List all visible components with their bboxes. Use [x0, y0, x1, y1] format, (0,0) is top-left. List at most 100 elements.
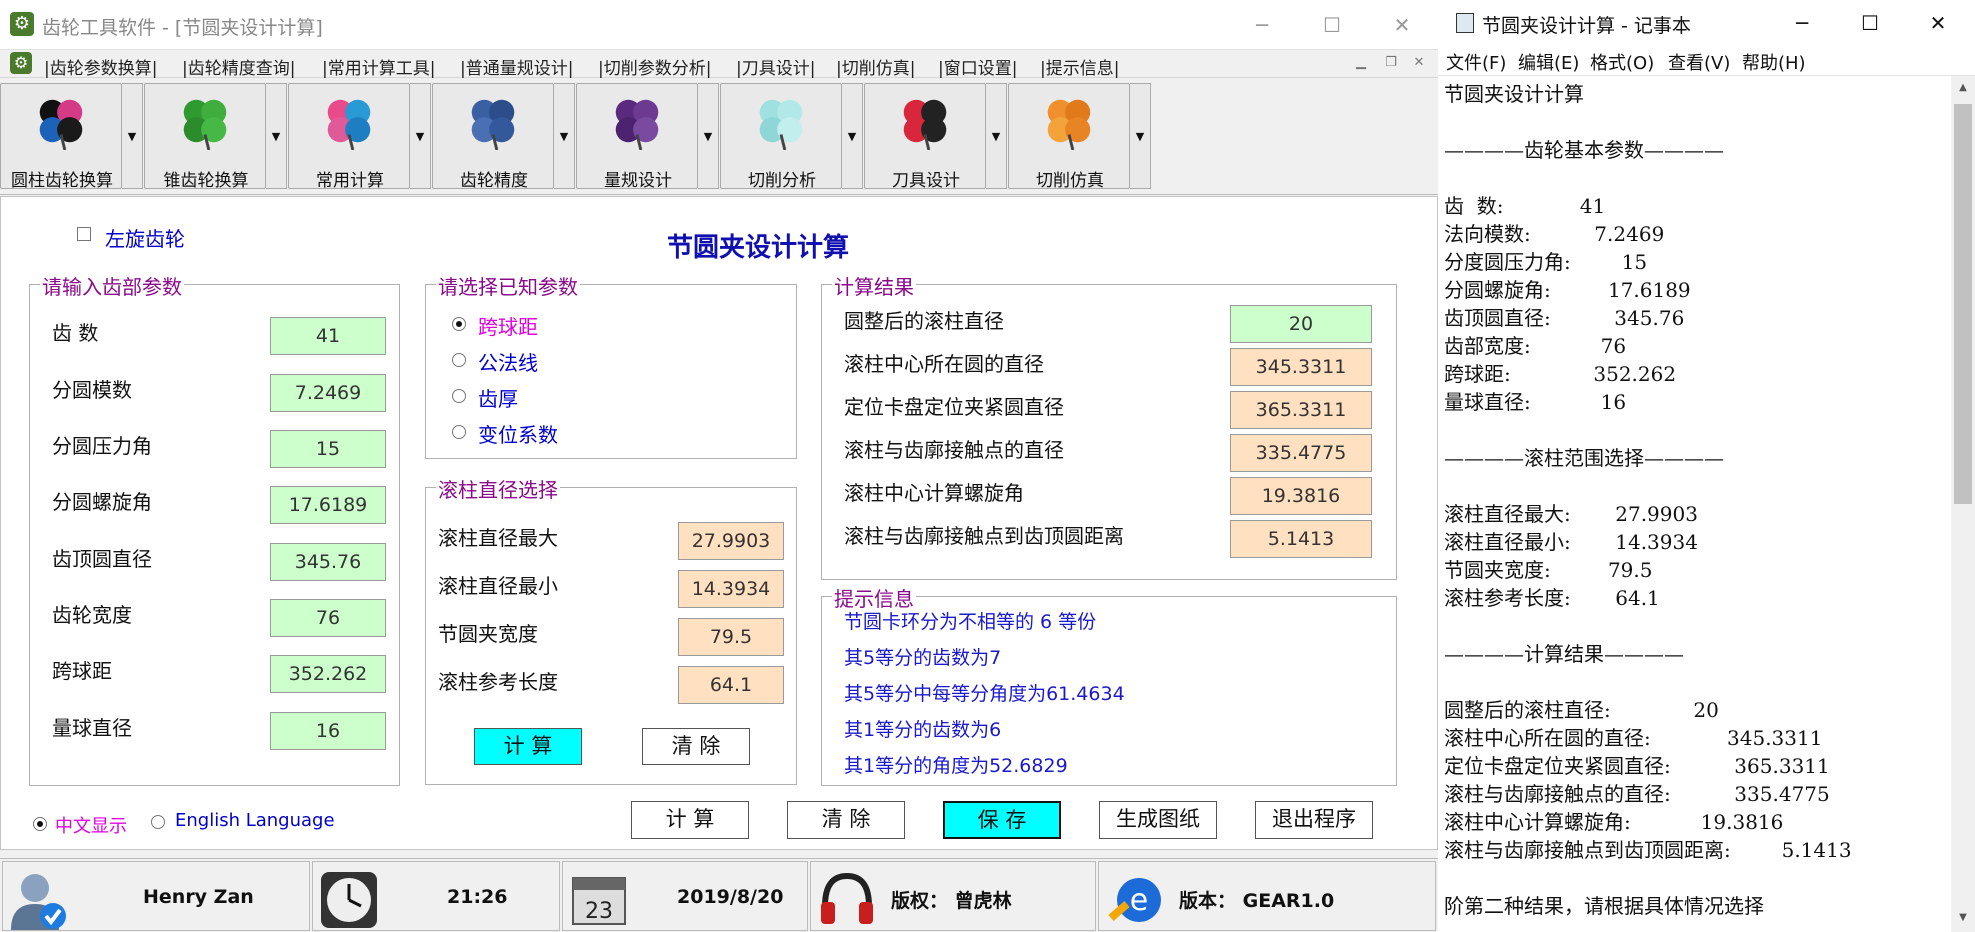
toolbar-cutting-analysis-button[interactable]: 切削分析 — [720, 83, 842, 191]
field-label: 滚柱与齿廓接触点的直径 — [844, 438, 1064, 462]
notepad-menu-view[interactable]: 查看(V) — [1668, 49, 1730, 75]
notepad-menu-edit[interactable]: 编辑(E) — [1518, 49, 1579, 75]
toolbar: 圆柱齿轮换算 ▼ 锥齿轮换算 ▼ 常用计算 ▼ 齿轮精度 ▼ 量规设计 ▼ 切削… — [0, 79, 1438, 195]
menu-gauge-design[interactable]: |普通量规设计| — [460, 54, 573, 79]
notepad-menu-format[interactable]: 格式(O) — [1590, 49, 1654, 75]
toolbar-dropdown-arrow-icon[interactable]: ▼ — [266, 83, 287, 189]
mdi-close-icon[interactable]: ✕ — [1410, 54, 1428, 72]
roller-max-input[interactable]: 27.9903 — [678, 522, 784, 560]
toolbar-dropdown-arrow-icon[interactable]: ▼ — [122, 83, 143, 189]
clover-icon — [39, 99, 83, 150]
maximize-icon[interactable]: ☐ — [1296, 2, 1368, 48]
text-line: 齿顶圆直径: 345.76 — [1444, 306, 1685, 330]
roller-center-diameter-output[interactable]: 345.3311 — [1230, 348, 1372, 386]
window-title: 齿轮工具软件 - [节圆夹设计计算] — [42, 17, 323, 39]
toolbar-tool-design-button[interactable]: 刀具设计 — [864, 83, 986, 191]
menu-cutting-sim[interactable]: |切削仿真| — [836, 54, 915, 79]
version-text: 版本： GEAR1.0 — [1179, 890, 1335, 912]
status-time-panel: 21:26 — [312, 861, 560, 931]
input-params-group: 请输入齿部参数 齿 数 41 分圆模数 7.2469 分圆压力角 15 分圆螺旋… — [29, 271, 400, 786]
roller-clear-button[interactable]: 清 除 — [642, 728, 750, 765]
text-line: 节圆夹宽度: 79.5 — [1444, 558, 1653, 582]
toolbar-cutting-sim-button[interactable]: 切削仿真 — [1008, 83, 1130, 191]
scrollbar-thumb[interactable] — [1954, 104, 1972, 504]
menu-tool-design[interactable]: |刀具设计| — [736, 54, 815, 79]
menu-gear-params[interactable]: |齿轮参数换算| — [44, 54, 157, 79]
radio-over-ball[interactable] — [452, 317, 466, 331]
english-language-label: English Language — [175, 810, 335, 831]
teeth-count-input[interactable]: 41 — [270, 317, 386, 355]
menu-cutting-analysis[interactable]: |切削参数分析| — [598, 54, 711, 79]
generate-drawing-button[interactable]: 生成图纸 — [1099, 801, 1217, 839]
notepad-close-icon[interactable]: ✕ — [1904, 0, 1972, 46]
group-title: 计算结果 — [832, 271, 916, 300]
radio-tooth-thickness[interactable] — [452, 389, 466, 403]
contact-diameter-output[interactable]: 335.4775 — [1230, 434, 1372, 472]
notepad-menu-help[interactable]: 帮助(H) — [1742, 49, 1806, 75]
text-line: 滚柱与齿廓接触点到齿顶圆距离: 5.1413 — [1444, 838, 1852, 862]
left-hand-label: 左旋齿轮 — [105, 227, 185, 251]
pressure-angle-input[interactable]: 15 — [270, 430, 386, 468]
notepad-text-area[interactable]: 节圆夹设计计算 ————齿轮基本参数———— 齿 数: 41 法向模数: 7.2… — [1438, 76, 1951, 932]
roller-length-input[interactable]: 64.1 — [678, 666, 784, 704]
svg-text:e: e — [1130, 883, 1148, 918]
radio-span-measurement[interactable] — [452, 353, 466, 367]
roller-helix-angle-output[interactable]: 19.3816 — [1230, 477, 1372, 515]
tip-diameter-input[interactable]: 345.76 — [270, 543, 386, 581]
toolbar-gauge-design-button[interactable]: 量规设计 — [576, 83, 698, 191]
text-line: 滚柱中心计算螺旋角: 19.3816 — [1444, 810, 1784, 834]
save-button[interactable]: 保 存 — [943, 801, 1061, 839]
chinese-display-radio[interactable] — [33, 817, 47, 831]
menu-window-settings[interactable]: |窗口设置| — [938, 54, 1017, 79]
left-hand-checkbox[interactable] — [77, 227, 91, 241]
hint-line: 其1等分的齿数为6 — [844, 719, 1002, 741]
mdi-restore-icon[interactable]: ❐ — [1382, 54, 1400, 72]
toolbar-gear-precision-button[interactable]: 齿轮精度 — [432, 83, 554, 191]
text-line: 齿 数: 41 — [1444, 194, 1606, 218]
helix-angle-input[interactable]: 17.6189 — [270, 486, 386, 524]
clamp-width-input[interactable]: 79.5 — [678, 618, 784, 656]
toolbar-dropdown-arrow-icon[interactable]: ▼ — [410, 83, 431, 189]
minimize-icon[interactable]: ─ — [1226, 2, 1298, 48]
toolbar-dropdown-arrow-icon[interactable]: ▼ — [1130, 83, 1151, 189]
calc-button[interactable]: 计 算 — [631, 801, 749, 839]
notepad-menu-file[interactable]: 文件(F) — [1446, 49, 1506, 75]
clover-icon — [615, 99, 659, 150]
toolbar-dropdown-arrow-icon[interactable]: ▼ — [698, 83, 719, 189]
clover-icon — [327, 99, 371, 150]
english-language-radio[interactable] — [151, 815, 165, 829]
toolbar-bevel-gear-button[interactable]: 锥齿轮换算 — [144, 83, 266, 191]
group-title: 请输入齿部参数 — [40, 271, 184, 300]
scroll-down-arrow-icon[interactable]: ▼ — [1951, 908, 1975, 928]
clear-button[interactable]: 清 除 — [787, 801, 905, 839]
exit-button[interactable]: 退出程序 — [1255, 801, 1373, 839]
hint-line: 其1等分的角度为52.6829 — [844, 755, 1068, 777]
chuck-clamp-diameter-output[interactable]: 365.3311 — [1230, 391, 1372, 429]
radio-profile-shift[interactable] — [452, 425, 466, 439]
toolbar-dropdown-arrow-icon[interactable]: ▼ — [842, 83, 863, 189]
toolbar-spur-gear-button[interactable]: 圆柱齿轮换算 — [0, 83, 122, 191]
notepad-maximize-icon[interactable]: ☐ — [1836, 0, 1904, 46]
text-line: 量球直径: 16 — [1444, 390, 1627, 414]
user-name: Henry Zan — [143, 886, 254, 908]
module-input[interactable]: 7.2469 — [270, 374, 386, 412]
menu-hint-info[interactable]: |提示信息| — [1040, 54, 1119, 79]
contact-to-tip-distance-output[interactable]: 5.1413 — [1230, 520, 1372, 558]
toolbar-dropdown-arrow-icon[interactable]: ▼ — [986, 83, 1007, 189]
scroll-up-arrow-icon[interactable]: ▲ — [1951, 78, 1975, 98]
menu-common-calc[interactable]: |常用计算工具| — [322, 54, 435, 79]
over-ball-distance-input[interactable]: 352.262 — [270, 655, 386, 693]
mdi-minimize-icon[interactable]: ▁ — [1352, 54, 1370, 72]
notepad-menu-bar: 文件(F) 编辑(E) 格式(O) 查看(V) 帮助(H) — [1438, 46, 1975, 76]
toolbar-common-calc-button[interactable]: 常用计算 — [288, 83, 410, 191]
menu-gear-precision[interactable]: |齿轮精度查询| — [182, 54, 295, 79]
notepad-minimize-icon[interactable]: ─ — [1768, 0, 1836, 46]
notepad-vertical-scrollbar[interactable]: ▲ ▼ — [1951, 76, 1975, 932]
close-icon[interactable]: ✕ — [1366, 2, 1438, 48]
face-width-input[interactable]: 76 — [270, 599, 386, 637]
ball-diameter-input[interactable]: 16 — [270, 712, 386, 750]
rounded-roller-diameter-output[interactable]: 20 — [1230, 305, 1372, 343]
roller-min-input[interactable]: 14.3934 — [678, 570, 784, 608]
toolbar-dropdown-arrow-icon[interactable]: ▼ — [554, 83, 575, 189]
roller-calc-button[interactable]: 计 算 — [474, 728, 582, 765]
